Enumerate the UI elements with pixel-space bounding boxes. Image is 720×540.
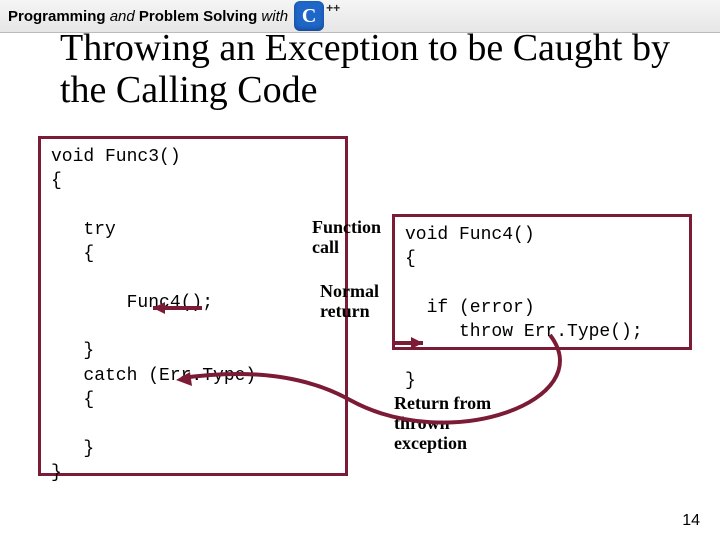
cpp-logo-plusplus: ++ [326, 1, 340, 15]
label-function-call: Function call [312, 218, 381, 258]
banner-tagline: Programming and Problem Solving with [8, 8, 288, 25]
banner-word-problem-solving: Problem Solving [139, 8, 257, 25]
code-box-func3: void Func3() { try { Func4(); } catch (E… [38, 136, 348, 476]
banner-word-with: with [261, 8, 288, 25]
banner-word-and: and [110, 8, 135, 25]
label-normal-return: Normal return [320, 282, 379, 322]
slide-number: 14 [682, 512, 700, 530]
slide-title: Throwing an Exception to be Caught by th… [60, 28, 680, 112]
code-box-func4: void Func4() { if (error) throw Err.Type… [392, 214, 692, 350]
banner-word-programming: Programming [8, 8, 106, 25]
label-return-from-thrown: Return from thrown exception [394, 394, 491, 453]
